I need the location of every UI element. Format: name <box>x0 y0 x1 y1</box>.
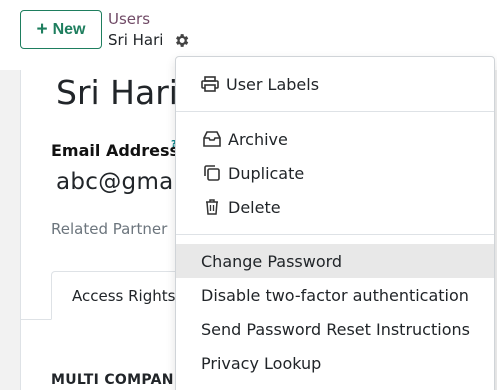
menu-item-privacy-lookup[interactable]: Privacy Lookup <box>176 346 494 380</box>
menu-item-label: Archive <box>228 129 288 149</box>
menu-item-archive[interactable]: Archive <box>176 122 494 156</box>
archive-icon <box>202 129 222 149</box>
multi-companies-heading: MULTI COMPANIES <box>51 372 175 388</box>
email-label: Email Address <box>51 141 175 160</box>
menu-divider <box>176 234 494 235</box>
action-menu-dropdown: User Labels Archive Duplicate Delete Cha… <box>175 56 495 390</box>
email-field[interactable]: abc@gmail.com <box>56 169 175 195</box>
related-partner-label: Related Partner <box>51 220 168 238</box>
form-visible-area: Sri Hari Email Address ? abc@gmail.com R… <box>0 0 175 390</box>
print-icon <box>200 74 220 94</box>
duplicate-icon <box>202 163 222 183</box>
menu-divider <box>176 111 494 112</box>
menu-item-duplicate[interactable]: Duplicate <box>176 156 494 190</box>
menu-item-user-labels[interactable]: User Labels <box>176 67 494 101</box>
menu-item-disable-2fa[interactable]: Disable two-factor authentication <box>176 278 494 312</box>
gear-icon[interactable] <box>173 32 190 49</box>
menu-item-label: User Labels <box>226 74 320 94</box>
trash-icon <box>202 197 222 217</box>
menu-item-send-reset[interactable]: Send Password Reset Instructions <box>176 312 494 346</box>
menu-item-change-password[interactable]: Change Password <box>176 244 494 278</box>
user-name-field[interactable]: Sri Hari <box>56 73 175 112</box>
menu-item-delete[interactable]: Delete <box>176 190 494 224</box>
menu-item-label: Duplicate <box>228 163 305 183</box>
tab-access-rights[interactable]: Access Rights <box>51 271 175 320</box>
menu-item-label: Delete <box>228 197 281 217</box>
